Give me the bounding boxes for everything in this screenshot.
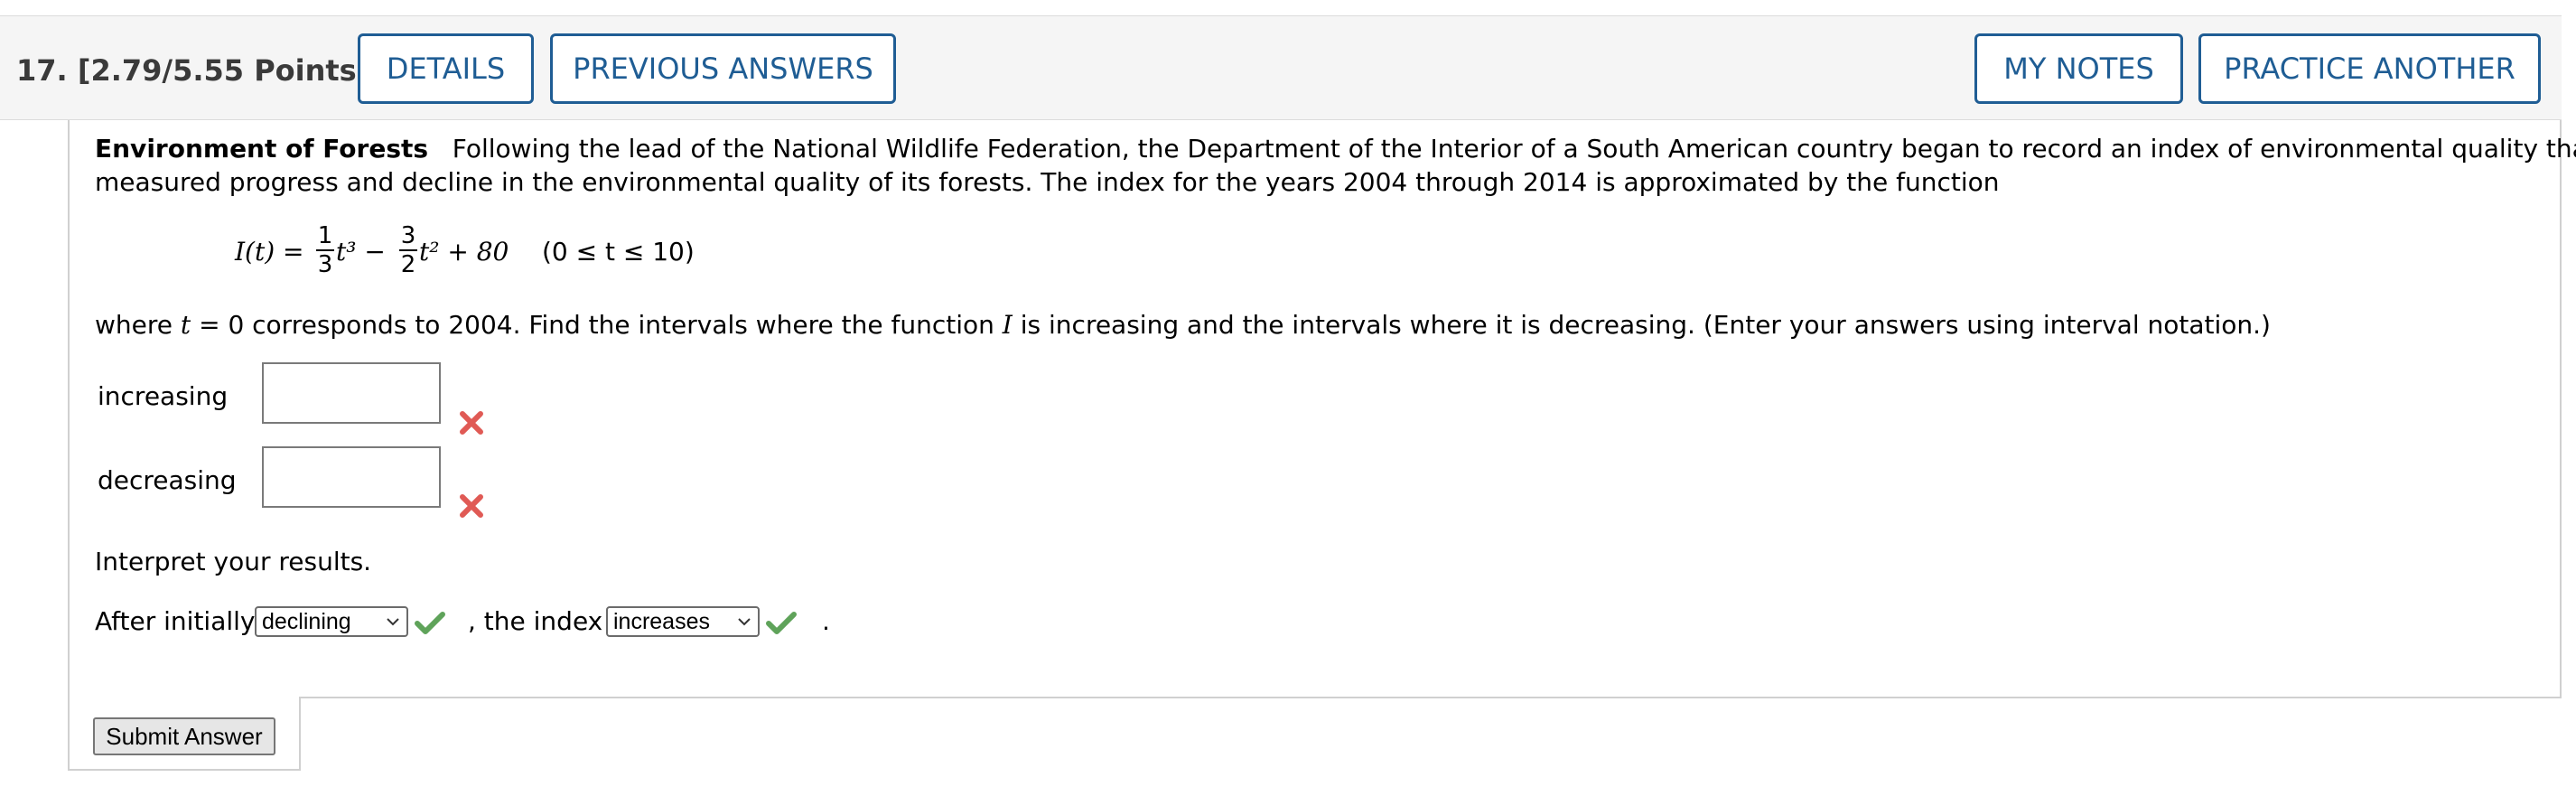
question-text: where t = 0 corresponds to 2004. Find th… xyxy=(95,308,2271,342)
question-function-I: I xyxy=(1002,310,1013,340)
problem-title: Environment of Forests xyxy=(95,134,429,164)
question-text-part3: is increasing and the intervals where it… xyxy=(1020,310,2271,340)
formula-term2: t² + 80 xyxy=(419,237,509,267)
practice-another-button[interactable]: PRACTICE ANOTHER xyxy=(2198,33,2541,104)
select-value: declining xyxy=(262,609,351,634)
formula-domain: (0 ≤ t ≤ 10) xyxy=(542,237,695,267)
question-text-part2: = 0 corresponds to 2004. Find the interv… xyxy=(199,310,994,340)
formula-term1: t³ − xyxy=(336,237,386,267)
interpret-sentence-start: After initially xyxy=(95,606,256,636)
question-number-points: 17. [2.79/5.55 Points] xyxy=(16,53,370,88)
increasing-label: increasing xyxy=(98,381,229,411)
question-variable-t: t xyxy=(180,310,191,340)
decreasing-label: decreasing xyxy=(98,465,237,495)
decreasing-input[interactable] xyxy=(262,446,441,508)
increasing-input[interactable] xyxy=(262,362,441,424)
fraction-denominator: 2 xyxy=(400,251,416,278)
problem-intro-line2: measured progress and decline in the env… xyxy=(95,167,2000,197)
chevron-down-icon xyxy=(738,618,751,626)
question-header: 17. [2.79/5.55 Points] DETAILS PREVIOUS … xyxy=(0,15,2562,120)
select-value: increases xyxy=(613,609,710,634)
question-text-part1: where xyxy=(95,310,173,340)
interpret-sentence-end: . xyxy=(822,606,830,636)
x-mark-icon xyxy=(460,411,483,435)
fraction-one-third: 1 3 xyxy=(316,222,334,278)
fraction-denominator: 3 xyxy=(317,251,333,278)
fraction-three-halves: 3 2 xyxy=(399,222,417,278)
interpret-sentence-mid: , the index xyxy=(468,606,603,636)
interpret-prompt: Interpret your results. xyxy=(95,547,372,576)
check-mark-icon xyxy=(766,612,797,634)
my-notes-button[interactable]: MY NOTES xyxy=(1974,33,2183,104)
interpret-select-2[interactable]: increases xyxy=(606,606,760,637)
check-mark-icon xyxy=(415,612,445,634)
problem-intro-line1: Environment of Forests Following the lea… xyxy=(95,132,2576,166)
fraction-numerator: 1 xyxy=(317,222,333,249)
interpret-select-1[interactable]: declining xyxy=(255,606,408,637)
submit-answer-button[interactable]: Submit Answer xyxy=(93,717,275,755)
x-mark-icon xyxy=(460,494,483,518)
fraction-numerator: 3 xyxy=(400,222,416,249)
details-button[interactable]: DETAILS xyxy=(358,33,534,104)
previous-answers-button[interactable]: PREVIOUS ANSWERS xyxy=(550,33,896,104)
formula-lhs: I(t) = xyxy=(235,237,304,267)
problem-intro-text: Following the lead of the National Wildl… xyxy=(452,134,2576,164)
chevron-down-icon xyxy=(387,618,399,626)
